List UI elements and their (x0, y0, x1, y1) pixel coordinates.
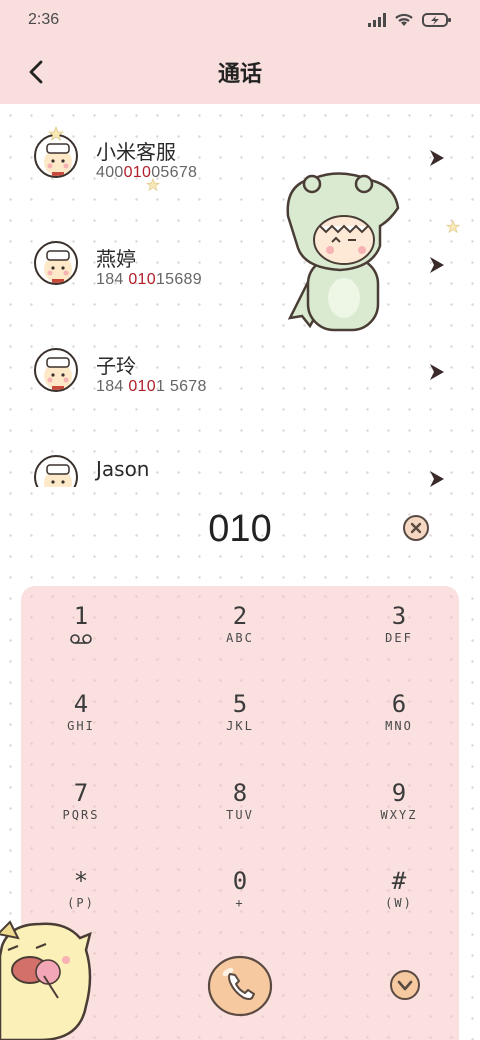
key-0[interactable]: 0 + (180, 867, 300, 937)
call-button[interactable] (206, 954, 274, 1018)
status-time: 2:36 (28, 11, 60, 28)
dog-mascot-icon (0, 920, 92, 1040)
chevron-right-icon[interactable] (428, 362, 446, 382)
star-icon (48, 126, 64, 141)
key-5[interactable]: 5 JKL (180, 690, 300, 760)
key-2[interactable]: 2 ABC (180, 602, 300, 672)
contact-name: Jason (96, 457, 150, 481)
status-bar: 2:36 (0, 0, 480, 40)
voicemail-icon (70, 634, 92, 644)
key-3[interactable]: 3 DEF (339, 602, 459, 672)
crocodile-mascot-icon (286, 172, 400, 332)
key-1[interactable]: 1 (21, 602, 141, 672)
avatar (34, 241, 78, 285)
clear-x-icon[interactable] (402, 514, 430, 542)
key-4[interactable]: 4 GHI (21, 690, 141, 760)
key-8[interactable]: 8 TUV (180, 779, 300, 849)
star-icon (446, 220, 460, 234)
key-7[interactable]: 7 PQRS (21, 779, 141, 849)
battery-charging-icon (422, 13, 451, 27)
contact-name: 小米客服 (96, 140, 176, 164)
avatar (34, 455, 78, 487)
key-hash[interactable]: # (W) (339, 867, 459, 937)
avatar (34, 348, 78, 392)
back-button[interactable] (20, 56, 52, 88)
contact-name: 燕婷 (96, 247, 136, 271)
star-icon (146, 178, 160, 192)
contact-number: 184 01015689 (96, 271, 202, 288)
key-9[interactable]: 9 WXYZ (339, 779, 459, 849)
page-title: 通话 (217, 62, 262, 87)
contact-row[interactable]: 燕婷 184 01015689 (0, 211, 480, 318)
key-6[interactable]: 6 MNO (339, 690, 459, 760)
chevron-right-icon[interactable] (428, 148, 446, 168)
app-header: 通话 (0, 40, 480, 104)
signal-icon (368, 13, 386, 27)
wifi-icon (395, 13, 413, 26)
contact-row[interactable]: 小米客服 40001005678 (0, 104, 480, 211)
chevron-right-icon[interactable] (428, 255, 446, 275)
chevron-left-icon (29, 60, 43, 84)
contact-row[interactable]: Jason (0, 425, 480, 487)
contact-number: 184 0101 5678 (96, 378, 207, 395)
contact-name: 子玲 (96, 354, 136, 378)
contact-row[interactable]: 子玲 184 0101 5678 (0, 318, 480, 425)
chevron-right-icon[interactable] (428, 469, 446, 487)
chevron-down-icon[interactable] (389, 969, 421, 1001)
contact-suggestion-list[interactable]: 小米客服 40001005678 燕婷 184 01015689 子玲 184 … (0, 104, 480, 487)
